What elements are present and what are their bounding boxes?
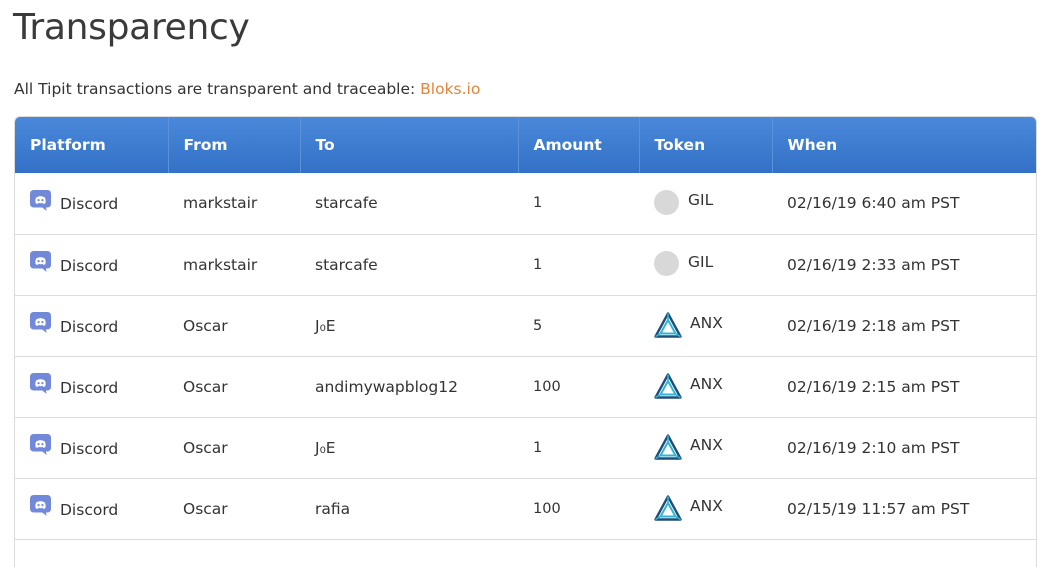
- column-header-amount: Amount: [518, 117, 640, 173]
- when-cell: 02/16/19 2:15 am PST: [787, 377, 960, 396]
- table-body: Discord markstair starcafe 1 GIL 02/16/19 6:4…: [15, 173, 1036, 539]
- to-cell: starcafe: [315, 255, 378, 274]
- table-header-row: Platform From To Amount Token When: [15, 117, 1036, 173]
- page-subtitle: All Tipit transactions are transparent a…: [14, 79, 480, 99]
- discord-icon: [30, 434, 51, 455]
- token-cell: ANX: [639, 295, 772, 356]
- from-cell: Oscar: [183, 316, 228, 335]
- to-cell: J₀E: [315, 438, 336, 457]
- page-title: Transparency: [13, 7, 250, 48]
- from-cell: markstair: [183, 194, 258, 213]
- table-row: Discord Oscar J₀E 1 ANX 02/16/19 2:10 am PST: [15, 417, 1036, 478]
- token-cell: ANX: [639, 356, 772, 417]
- column-header-token: Token: [639, 117, 773, 173]
- transparency-page: Transparency All Tipit transactions are …: [0, 0, 1058, 567]
- platform-label: Discord: [60, 439, 119, 458]
- to-cell: starcafe: [315, 194, 378, 213]
- platform-cell: Discord: [15, 356, 168, 417]
- subtitle-text: All Tipit transactions are transparent a…: [14, 80, 421, 98]
- table-row: Discord markstair starcafe 1 GIL 02/16/19 6:4…: [15, 173, 1036, 234]
- column-header-from: From: [168, 117, 301, 173]
- gil-coin-icon: [654, 189, 679, 215]
- token-label: ANX: [690, 496, 723, 515]
- token-cell: ANX: [639, 478, 772, 539]
- platform-cell: Discord: [15, 417, 168, 478]
- amount-cell: 100: [533, 378, 561, 395]
- platform-cell: Discord: [15, 295, 168, 356]
- transactions-table: Platform From To Amount Token When Disco…: [15, 117, 1036, 540]
- table-row: Discord Oscar J₀E 5 ANX 02/16/19 2:18 am PST: [15, 295, 1036, 356]
- table-row: Discord Oscar rafia 100 ANX 02/15/19 11:57 am…: [15, 478, 1036, 539]
- token-cell: ANX: [639, 417, 772, 478]
- platform-label: Discord: [60, 317, 119, 336]
- when-cell: 02/16/19 2:33 am PST: [787, 255, 960, 274]
- discord-icon: [30, 312, 51, 333]
- column-header-when: When: [787, 136, 838, 154]
- to-cell: andimywapblog12: [315, 377, 458, 396]
- platform-label: Discord: [60, 500, 119, 519]
- anx-triangle-icon: [654, 433, 682, 460]
- when-cell: 02/16/19 2:18 am PST: [787, 316, 960, 335]
- anx-triangle-icon: [654, 494, 682, 521]
- token-label: ANX: [690, 435, 723, 454]
- gil-coin-icon: [654, 251, 679, 276]
- platform-cell: Discord: [15, 234, 168, 295]
- from-cell: Oscar: [183, 377, 228, 396]
- table-row: Discord markstair starcafe 1 GIL 02/16/19 2:3…: [15, 234, 1036, 295]
- to-cell: rafia: [315, 499, 351, 518]
- transactions-table-container: Platform From To Amount Token When Disco…: [14, 116, 1037, 567]
- from-cell: Oscar: [183, 438, 228, 457]
- token-label: ANX: [690, 313, 723, 332]
- discord-icon: [30, 251, 51, 272]
- column-header-platform: Platform: [15, 117, 169, 173]
- token-cell: GIL: [639, 234, 772, 295]
- to-cell: J₀E: [315, 316, 336, 335]
- from-cell: markstair: [183, 255, 258, 274]
- token-cell: GIL: [639, 173, 772, 234]
- token-label: GIL: [688, 191, 714, 210]
- amount-cell: 5: [533, 317, 543, 334]
- when-cell: 02/15/19 11:57 am PST: [787, 499, 970, 518]
- discord-icon: [30, 189, 51, 211]
- platform-label: Discord: [60, 378, 119, 397]
- anx-triangle-icon: [654, 311, 682, 338]
- amount-cell: 1: [533, 256, 543, 273]
- amount-cell: 1: [533, 439, 543, 456]
- when-cell: 02/16/19 6:40 am PST: [787, 194, 960, 213]
- amount-cell: 100: [533, 500, 561, 517]
- column-header-to: To: [300, 117, 519, 173]
- when-cell: 02/16/19 2:10 am PST: [787, 438, 960, 457]
- from-cell: Oscar: [183, 499, 228, 518]
- platform-cell: Discord: [15, 478, 168, 539]
- token-label: ANX: [690, 374, 723, 393]
- token-label: GIL: [688, 252, 714, 271]
- amount-cell: 1: [533, 195, 543, 212]
- table-row: Discord Oscar andimywapblog12 100 ANX 02/16/1…: [15, 356, 1036, 417]
- platform-label: Discord: [60, 195, 119, 214]
- platform-cell: Discord: [15, 173, 168, 234]
- discord-icon: [30, 495, 51, 516]
- anx-triangle-icon: [654, 372, 682, 399]
- bloks-io-link[interactable]: Bloks.io: [420, 80, 480, 98]
- platform-label: Discord: [60, 256, 119, 275]
- discord-icon: [30, 373, 51, 394]
